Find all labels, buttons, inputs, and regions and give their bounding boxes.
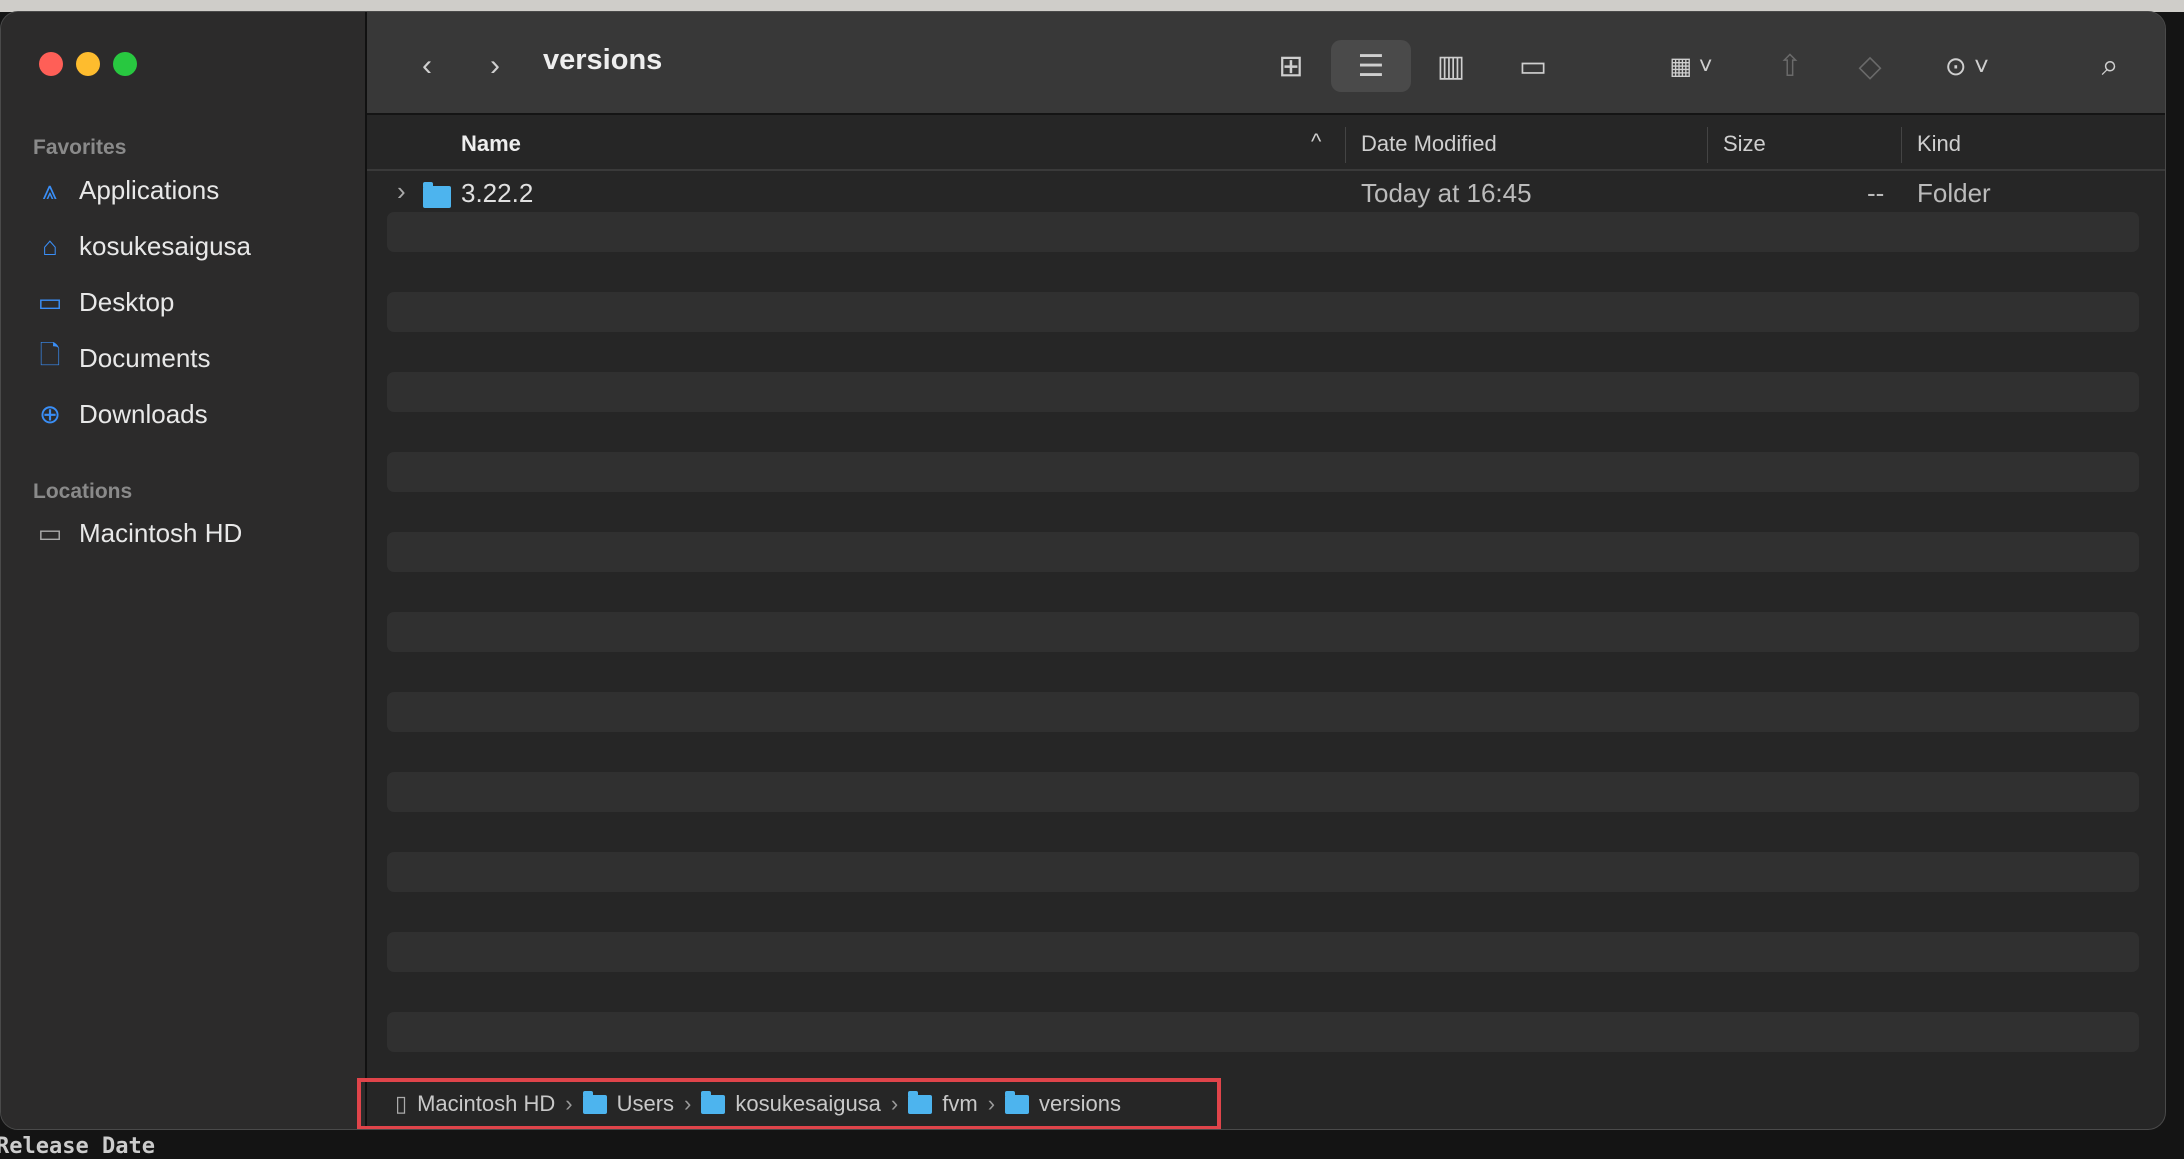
back-button[interactable]: ‹ [407, 40, 447, 92]
path-item[interactable]: Macintosh HD [417, 1091, 555, 1117]
file-name: 3.22.2 [461, 178, 534, 208]
sidebar-item-label: kosukesaigusa [79, 231, 251, 261]
gallery-view-button[interactable]: ▭ [1507, 40, 1559, 92]
sort-ascending-icon: ^ [1311, 129, 1322, 154]
empty-row [387, 612, 2139, 652]
column-date-modified[interactable]: Date Modified [1361, 131, 1497, 157]
download-icon: ⊕ [39, 399, 61, 429]
sidebar-item-label: Macintosh HD [79, 518, 243, 548]
empty-row [387, 452, 2139, 492]
sidebar-item-documents[interactable]: 🗋 Documents [35, 339, 211, 374]
sidebar-item-macintosh-hd[interactable]: ▭ Macintosh HD [35, 518, 243, 549]
disk-icon: ▯ [395, 1091, 408, 1116]
empty-row [387, 292, 2139, 332]
file-list: › 3.22.2 Today at 16:45 -- Folder [387, 172, 2139, 1092]
locations-label: Locations [33, 480, 133, 503]
empty-row [387, 852, 2139, 892]
path-item[interactable]: versions [1039, 1091, 1121, 1117]
sidebar: Favorites ⩓ Applications ⌂ kosukesaigusa ▭… [1, 12, 367, 1129]
table-row[interactable]: › 3.22.2 Today at 16:45 -- Folder [387, 172, 2139, 212]
favorites-label: Favorites [33, 136, 127, 159]
sidebar-item-label: Documents [79, 343, 211, 373]
toolbar: ‹ › versions ⊞ ☰ ▥ ▭ ▦ ˅ ⇧ ◇ ⊙ ˅ ⌕ [367, 12, 2165, 115]
empty-row [387, 692, 2139, 732]
file-date: Today at 16:45 [1361, 178, 1532, 208]
path-bar: ▯ Macintosh HD › Users › kosukesaigusa › fv… [357, 1078, 1221, 1129]
empty-row [387, 332, 2139, 372]
file-size: -- [1867, 178, 1885, 208]
disclosure-chevron-icon[interactable]: › [397, 176, 406, 207]
column-name[interactable]: Name [461, 131, 521, 157]
icon-view-button[interactable]: ⊞ [1265, 40, 1317, 92]
sidebar-item-label: Downloads [79, 399, 208, 429]
desktop-icon: ▭ [37, 287, 63, 317]
folder-icon [908, 1090, 933, 1114]
empty-row [387, 732, 2139, 772]
share-icon[interactable]: ⇧ [1765, 40, 1815, 92]
sidebar-item-label: Desktop [79, 287, 175, 317]
empty-row [387, 972, 2139, 1012]
empty-row [387, 492, 2139, 532]
home-icon: ⌂ [42, 231, 58, 261]
sidebar-item-desktop[interactable]: ▭ Desktop [35, 287, 175, 318]
document-icon: 🗋 [39, 339, 61, 370]
folder-icon [423, 182, 451, 208]
empty-row [387, 892, 2139, 932]
file-kind: Folder [1917, 178, 1991, 208]
empty-row [387, 772, 2139, 812]
sidebar-item-label: Applications [79, 175, 220, 205]
empty-row [387, 1012, 2139, 1052]
search-icon[interactable]: ⌕ [2085, 40, 2135, 92]
list-view-button[interactable]: ☰ [1331, 40, 1411, 92]
empty-row [387, 652, 2139, 692]
sidebar-item-home[interactable]: ⌂ kosukesaigusa [35, 231, 251, 262]
empty-row [387, 372, 2139, 412]
zoom-button[interactable] [113, 52, 137, 76]
background-text: Release Date [0, 1134, 155, 1159]
empty-row [387, 932, 2139, 972]
home-folder-icon [701, 1090, 726, 1114]
tag-icon[interactable]: ◇ [1845, 40, 1895, 92]
empty-row [387, 412, 2139, 452]
empty-row [387, 252, 2139, 292]
folder-icon [582, 1090, 607, 1114]
column-size[interactable]: Size [1723, 131, 1766, 157]
close-button[interactable] [39, 52, 63, 76]
path-item[interactable]: Users [617, 1091, 674, 1117]
more-actions-button[interactable]: ⊙ ˅ [1927, 40, 2007, 92]
column-view-button[interactable]: ▥ [1425, 40, 1477, 92]
forward-button[interactable]: › [475, 40, 515, 92]
minimize-button[interactable] [76, 52, 100, 76]
group-button[interactable]: ▦ ˅ [1651, 40, 1731, 92]
applications-icon: ⩓ [42, 174, 58, 205]
empty-row [387, 812, 2139, 852]
empty-row [387, 532, 2139, 572]
disk-icon: ▭ [37, 518, 63, 548]
empty-row [387, 572, 2139, 612]
sidebar-item-downloads[interactable]: ⊕ Downloads [35, 399, 208, 430]
path-item[interactable]: fvm [942, 1091, 977, 1117]
path-item[interactable]: kosukesaigusa [735, 1091, 881, 1117]
column-kind[interactable]: Kind [1917, 131, 1961, 157]
window-controls [39, 52, 137, 76]
folder-icon [1005, 1090, 1030, 1114]
sidebar-item-applications[interactable]: ⩓ Applications [35, 174, 220, 206]
column-header: Name ^ Date Modified Size Kind [367, 117, 2165, 171]
window-title: versions [543, 44, 663, 76]
empty-row [387, 212, 2139, 252]
finder-window: Favorites ⩓ Applications ⌂ kosukesaigusa ▭… [0, 11, 2166, 1130]
